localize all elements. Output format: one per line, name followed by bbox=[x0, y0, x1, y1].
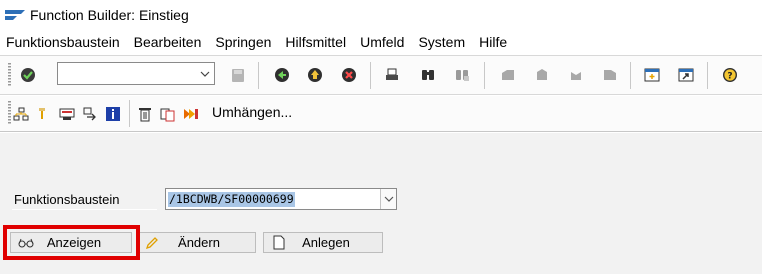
back-icon[interactable] bbox=[272, 65, 292, 85]
function-module-label: Funktionsbaustein bbox=[14, 192, 120, 207]
reassign-icon[interactable] bbox=[81, 105, 99, 123]
toolbar-separator bbox=[484, 62, 485, 89]
pencil-icon bbox=[143, 234, 161, 252]
application-toolbar: Umhängen... bbox=[0, 96, 762, 132]
svg-text:?: ? bbox=[727, 72, 732, 82]
toolbar-separator bbox=[258, 62, 259, 89]
exit-icon[interactable] bbox=[305, 65, 325, 85]
window-title: Function Builder: Einstieg bbox=[30, 7, 189, 23]
find-icon[interactable] bbox=[418, 65, 438, 85]
menu-hilfe[interactable]: Hilfe bbox=[479, 34, 507, 50]
cancel-icon[interactable] bbox=[339, 65, 359, 85]
standard-toolbar: ? bbox=[0, 55, 762, 95]
toolbar-separator bbox=[707, 62, 708, 89]
toolbar-separator bbox=[129, 100, 130, 127]
highlight-annotation bbox=[3, 225, 140, 260]
rename-icon[interactable] bbox=[182, 105, 200, 123]
new-session-icon[interactable] bbox=[642, 65, 662, 85]
create-button-label: Anlegen bbox=[302, 235, 350, 250]
new-document-icon bbox=[270, 234, 288, 252]
command-field[interactable] bbox=[57, 62, 215, 85]
copy-icon[interactable] bbox=[159, 105, 177, 123]
test-icon[interactable] bbox=[58, 105, 76, 123]
menu-hilfsmittel[interactable]: Hilfsmittel bbox=[285, 34, 346, 50]
label-underline bbox=[12, 209, 157, 210]
sap-logo-icon bbox=[5, 10, 25, 20]
other-object-icon[interactable] bbox=[35, 105, 49, 123]
print-icon[interactable] bbox=[382, 65, 402, 85]
toolbar-grip[interactable] bbox=[8, 63, 11, 87]
main-area: Funktionsbaustein /1BCDWB/SF00000699 Anz… bbox=[0, 133, 762, 274]
shortcut-icon[interactable] bbox=[676, 65, 696, 85]
enter-icon[interactable] bbox=[18, 65, 38, 85]
title-bar: Function Builder: Einstieg bbox=[0, 0, 762, 30]
change-button-label: Ändern bbox=[178, 235, 220, 250]
toolbar-grip[interactable] bbox=[8, 101, 11, 125]
save-icon[interactable] bbox=[228, 65, 248, 85]
find-next-icon[interactable] bbox=[452, 65, 472, 85]
delete-icon[interactable] bbox=[137, 105, 153, 123]
menu-umfeld[interactable]: Umfeld bbox=[360, 34, 404, 50]
where-used-icon[interactable] bbox=[13, 105, 29, 123]
help-icon[interactable]: ? bbox=[720, 65, 740, 85]
first-page-icon[interactable] bbox=[498, 65, 518, 85]
menu-bearbeiten[interactable]: Bearbeiten bbox=[134, 34, 202, 50]
last-page-icon[interactable] bbox=[600, 65, 620, 85]
info-icon[interactable] bbox=[104, 105, 122, 123]
create-button[interactable]: Anlegen bbox=[263, 232, 383, 253]
chevron-down-icon[interactable] bbox=[196, 63, 214, 84]
menu-springen[interactable]: Springen bbox=[215, 34, 271, 50]
umhaengen-button[interactable]: Umhängen... bbox=[212, 104, 292, 120]
menu-system[interactable]: System bbox=[418, 34, 465, 50]
previous-page-icon[interactable] bbox=[532, 65, 552, 85]
toolbar-separator bbox=[630, 62, 631, 89]
toolbar-separator bbox=[370, 62, 371, 89]
next-page-icon[interactable] bbox=[566, 65, 586, 85]
function-module-field[interactable]: /1BCDWB/SF00000699 bbox=[165, 188, 397, 210]
change-button[interactable]: Ändern bbox=[136, 232, 256, 253]
function-module-value: /1BCDWB/SF00000699 bbox=[168, 192, 295, 207]
menu-bar: Funktionsbaustein Bearbeiten Springen Hi… bbox=[0, 31, 521, 53]
menu-funktionsbaustein[interactable]: Funktionsbaustein bbox=[6, 34, 120, 50]
value-help-chevron-icon[interactable] bbox=[380, 189, 396, 209]
